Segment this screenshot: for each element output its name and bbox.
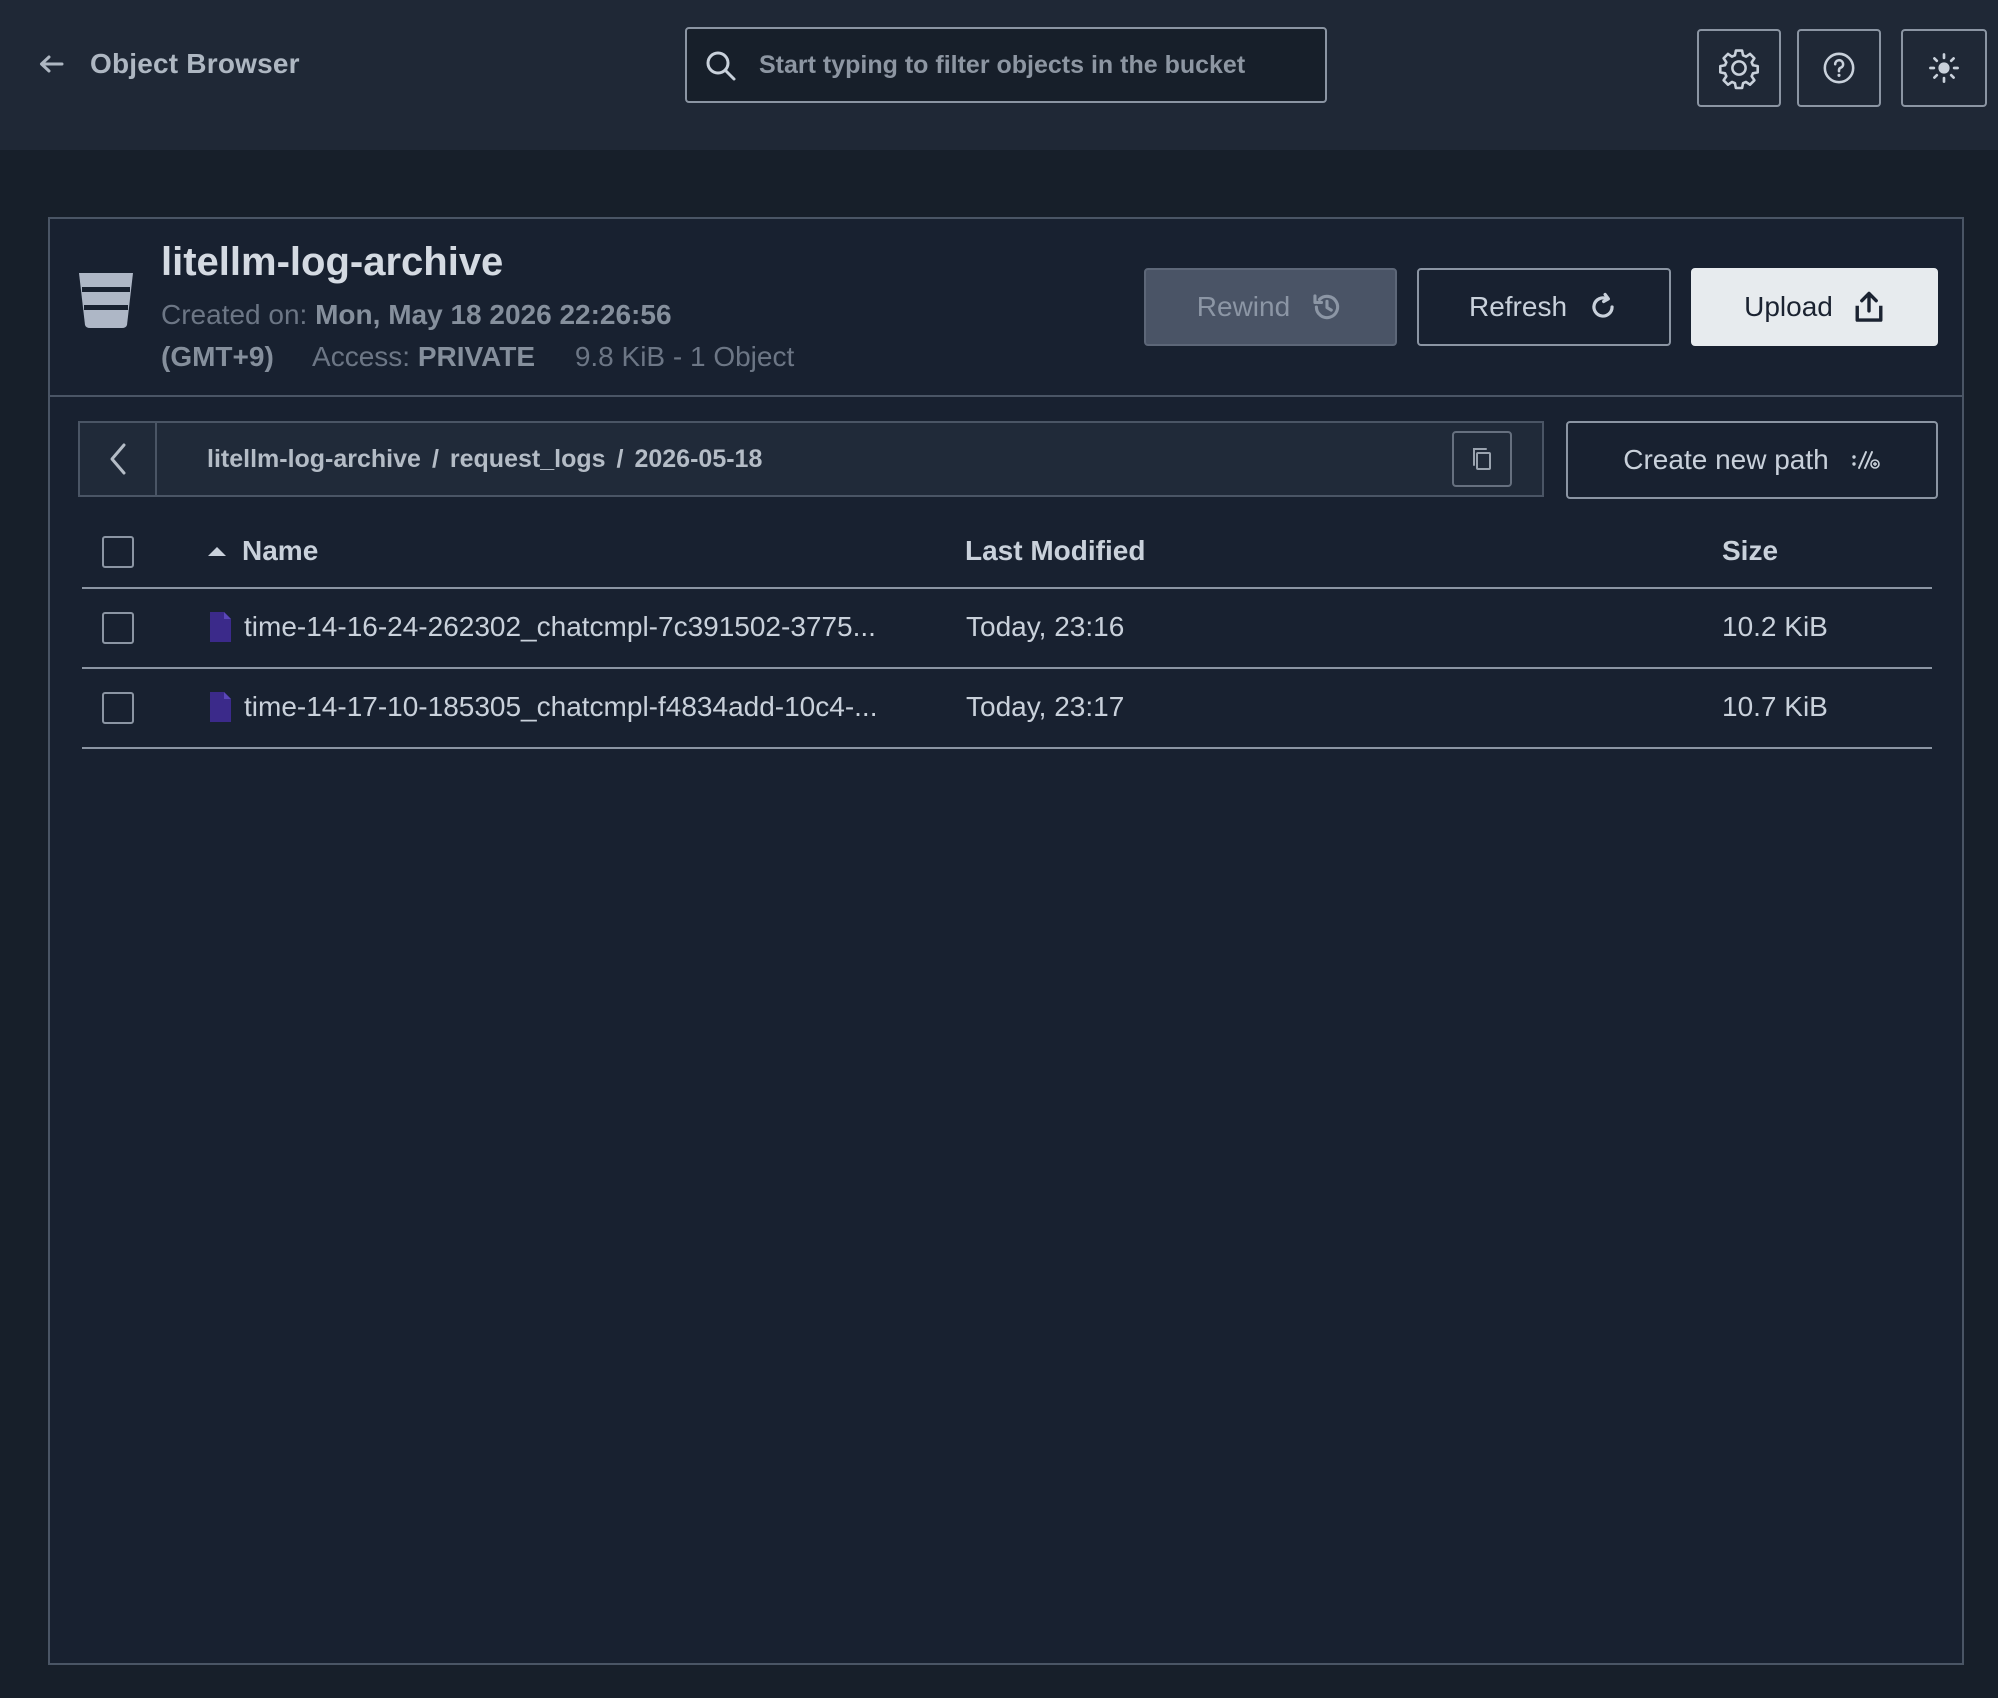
column-name-label: Name [242,535,319,566]
column-header-name[interactable]: Name [206,535,318,567]
breadcrumb: litellm-log-archive / request_logs / 2026-05… [78,421,1544,497]
file-name-cell[interactable]: time-14-16-24-262302_chatcmpl-7c391502-3… [208,611,876,643]
theme-toggle-button[interactable] [1901,29,1987,107]
settings-button[interactable] [1697,29,1781,107]
copy-icon [1473,448,1491,470]
breadcrumb-item-bucket[interactable]: litellm-log-archive [207,445,421,473]
back-to-buckets-link[interactable]: Object Browser [38,48,300,80]
refresh-icon [1592,292,1614,318]
breadcrumb-path: litellm-log-archive / request_logs / 2026-05… [207,445,762,474]
rewind-button[interactable]: Rewind [1144,268,1397,346]
last-modified-cell: Today, 23:17 [966,691,1125,722]
file-icon [210,692,231,722]
sun-icon [1929,53,1959,83]
sort-ascending-icon [208,547,226,556]
size-cell: 10.7 KiB [1722,691,1828,722]
refresh-button[interactable]: Refresh [1417,268,1671,346]
search-box [685,27,1327,103]
breadcrumb-item-request-logs[interactable]: request_logs [450,445,606,473]
file-icon [210,612,231,642]
breadcrumb-separator: / [431,445,439,473]
bucket-icon [79,273,133,328]
question-circle-icon [1823,52,1855,84]
history-icon [1313,294,1340,320]
access-value: PRIVATE [417,341,536,372]
breadcrumb-item-date[interactable]: 2026-05-18 [634,445,762,473]
bucket-panel: litellm-log-archive Created on: Mon, May… [48,217,1964,1665]
created-value: Mon, May 18 2026 22:26:56 [315,299,672,330]
top-bar: Object Browser [0,0,1998,150]
upload-button[interactable]: Upload [1691,268,1938,346]
gear-icon [1719,49,1759,90]
column-header-last-modified[interactable]: Last Modified [965,535,1145,567]
bucket-info-line: (GMT+9) Access: PRIVATE 9.8 KiB - 1 Obje… [161,341,794,373]
chevron-left-icon [110,443,125,475]
upload-label: Upload [1744,291,1833,322]
search-icon [706,51,736,81]
column-header-size[interactable]: Size [1722,535,1778,567]
arrow-left-icon [40,55,64,73]
create-new-path-button[interactable]: Create new path [1566,421,1938,499]
help-button[interactable] [1797,29,1881,107]
new-path-icon [1852,451,1880,469]
bucket-usage: 9.8 KiB - 1 Object [574,341,795,372]
rewind-label: Rewind [1196,291,1291,322]
created-timezone: (GMT+9) [161,341,274,372]
last-modified-cell: Today, 23:16 [966,611,1125,642]
create-new-path-label: Create new path [1623,444,1829,475]
select-all-checkbox[interactable] [102,536,134,568]
file-name: time-14-17-10-185305_chatcmpl-f4834add-1… [244,691,878,722]
row-checkbox[interactable] [102,692,134,724]
breadcrumb-separator: / [616,445,624,473]
refresh-label: Refresh [1468,291,1568,322]
bucket-header: litellm-log-archive Created on: Mon, May… [50,219,1962,397]
bucket-name: litellm-log-archive [161,240,504,284]
bucket-created-line: Created on: Mon, May 18 2026 22:26:56 [161,299,672,331]
table-header: Name Last Modified Size [82,519,1932,589]
created-label: Created on: [161,299,308,330]
page-title: Object Browser [90,48,300,79]
breadcrumb-back-button[interactable] [80,423,157,495]
row-checkbox[interactable] [102,612,134,644]
file-name: time-14-16-24-262302_chatcmpl-7c391502-3… [244,611,876,642]
table-row[interactable]: time-14-17-10-185305_chatcmpl-f4834add-1… [82,669,1932,749]
table-row[interactable]: time-14-16-24-262302_chatcmpl-7c391502-3… [82,589,1932,669]
file-name-cell[interactable]: time-14-17-10-185305_chatcmpl-f4834add-1… [208,691,878,723]
search-input[interactable] [757,29,1317,101]
access-label: Access: [312,341,411,372]
copy-path-button[interactable] [1452,431,1512,487]
size-cell: 10.2 KiB [1722,611,1828,642]
upload-icon [1855,291,1883,322]
